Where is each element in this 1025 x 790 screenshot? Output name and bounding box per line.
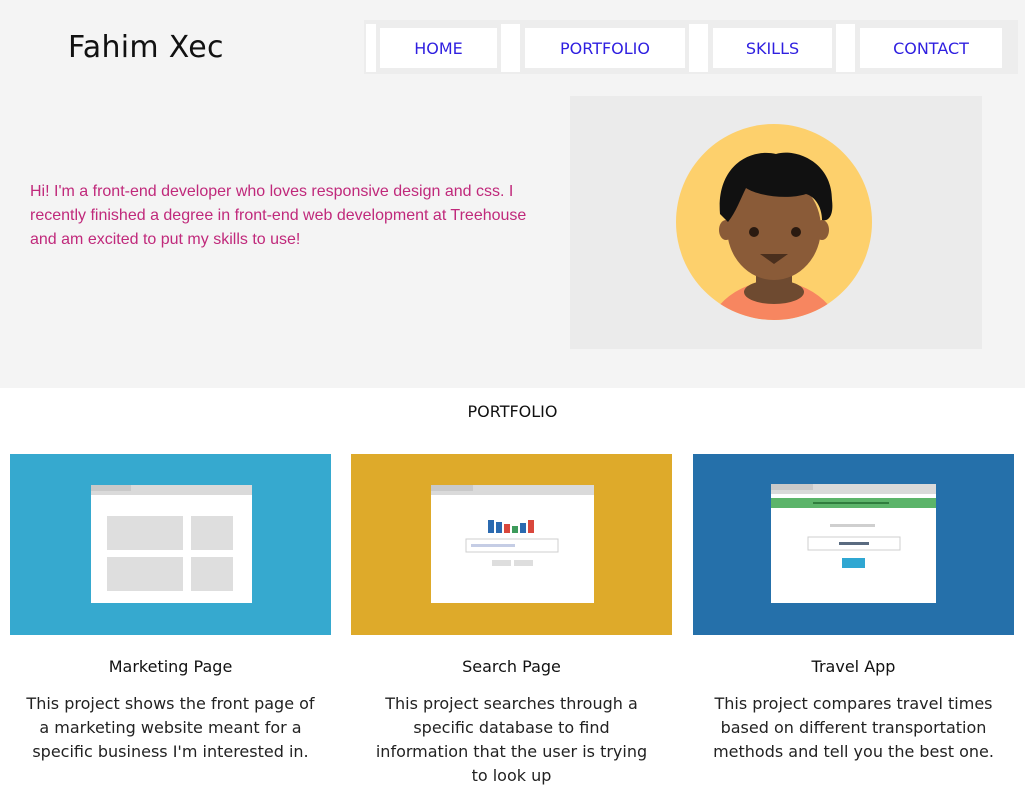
- project-thumbnail[interactable]: [10, 454, 331, 635]
- nav-divider: [689, 24, 708, 72]
- project-description: This project shows the front page of a m…: [26, 694, 315, 761]
- portfolio-heading: PORTFOLIO: [467, 402, 558, 421]
- avatar-frame: [570, 96, 982, 349]
- nav-divider: [501, 24, 520, 72]
- nav-divider: [836, 24, 855, 72]
- project-card-marketing[interactable]: Marketing Page This project shows the fr…: [10, 454, 331, 764]
- search-page-illustration: [351, 454, 672, 635]
- project-card-search[interactable]: Search Page This project searches throug…: [351, 454, 672, 788]
- project-title: Search Page: [462, 657, 561, 676]
- project-description: This project compares travel times based…: [713, 694, 994, 761]
- marketing-page-illustration: [10, 454, 331, 635]
- project-thumbnail[interactable]: [693, 454, 1014, 635]
- avatar: [676, 124, 872, 320]
- site-brand[interactable]: Fahim Xec: [4, 20, 362, 74]
- nav-portfolio[interactable]: PORTFOLIO: [525, 28, 685, 68]
- project-description: This project searches through a specific…: [375, 694, 648, 785]
- travel-app-illustration: [693, 454, 1014, 635]
- project-title: Marketing Page: [108, 657, 233, 676]
- nav-contact[interactable]: CONTACT: [860, 28, 1002, 68]
- project-card-travel[interactable]: Travel App This project compares travel …: [693, 454, 1014, 764]
- nav-home[interactable]: HOME: [380, 28, 497, 68]
- project-title: Travel App: [811, 657, 896, 676]
- nav-skills[interactable]: SKILLS: [713, 28, 832, 68]
- nav-divider: [366, 24, 376, 72]
- hero-section: Hi! I'm a front-end developer who loves …: [0, 80, 1025, 388]
- project-thumbnail[interactable]: [351, 454, 672, 635]
- site-header: Fahim Xec HOME PORTFOLIO SKILLS CONTACT: [0, 0, 1025, 80]
- intro-text: Hi! I'm a front-end developer who loves …: [30, 183, 527, 248]
